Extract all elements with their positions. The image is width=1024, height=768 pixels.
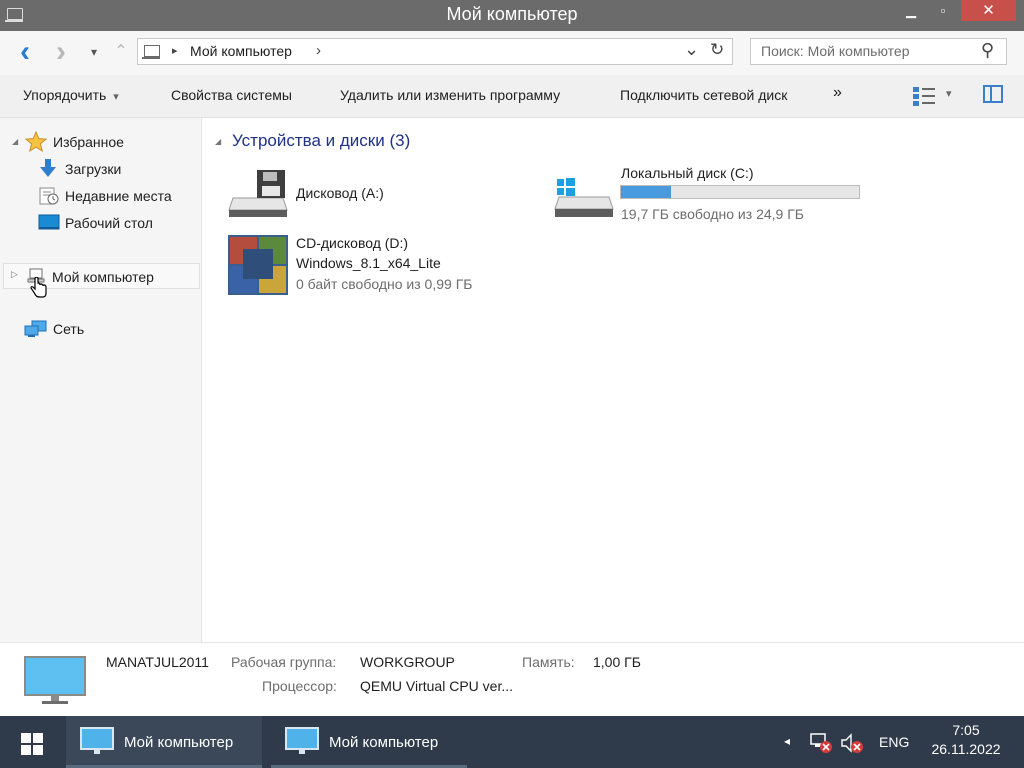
memory-label: Память: <box>522 654 575 670</box>
input-language-indicator[interactable]: ENG <box>879 734 909 750</box>
up-button[interactable]: ⌃ <box>110 37 132 67</box>
search-icon[interactable]: ⚲ <box>981 40 994 61</box>
maximize-button[interactable]: ▫ <box>928 0 958 21</box>
organize-button[interactable]: Упорядочить ▾ <box>23 87 119 103</box>
recent-places-icon <box>39 187 59 205</box>
start-windows-icon[interactable] <box>21 733 43 755</box>
address-dropdown-button[interactable]: ⌄ <box>684 39 699 60</box>
search-input[interactable]: Поиск: Мой компьютер <box>761 43 909 59</box>
nav-item-downloads[interactable]: Загрузки <box>36 158 194 180</box>
volume-muted-icon[interactable] <box>840 732 864 754</box>
forward-button[interactable]: › <box>50 37 72 67</box>
memory-value: 1,00 ГБ <box>593 654 641 670</box>
search-box[interactable]: Поиск: Мой компьютер ⚲ <box>750 38 1007 65</box>
chevron-down-icon: ▾ <box>113 91 119 103</box>
recent-locations-button[interactable]: ▾ <box>83 37 105 67</box>
taskbar-app-computer-2[interactable]: Мой компьютер <box>271 716 467 768</box>
disk-usage-fill <box>621 186 671 198</box>
title-bar: Мой компьютер ▁ ▫ ✕ <box>0 0 1024 31</box>
computer-monitor-icon <box>24 656 86 704</box>
drive-name-floppy: Дисковод (A:) <box>296 185 384 201</box>
clock-date: 26.11.2022 <box>931 741 1001 757</box>
clock[interactable]: 7:05 26.11.2022 <box>920 722 1012 764</box>
command-bar: Упорядочить ▾ Свойства системы Удалить и… <box>0 75 1024 118</box>
show-hidden-icons-button[interactable]: ◂ <box>784 734 790 748</box>
nav-item-favorites[interactable]: Избранное <box>24 131 194 153</box>
cpu-label: Процессор: <box>262 678 337 694</box>
computer-icon <box>142 45 160 59</box>
drive-item-local-disk[interactable]: Локальный диск (C:) 19,7 ГБ свободно из … <box>553 163 873 223</box>
taskbar-app-computer-1[interactable]: Мой компьютер <box>66 716 262 768</box>
star-icon <box>25 131 47 152</box>
nav-item-desktop[interactable]: Рабочий стол <box>36 212 194 234</box>
network-disconnected-icon[interactable] <box>809 732 833 754</box>
monitor-icon <box>285 727 319 750</box>
workgroup-label: Рабочая группа: <box>231 654 337 670</box>
minimize-button[interactable]: ▁ <box>896 0 926 21</box>
network-icon <box>24 320 47 337</box>
floppy-drive-icon <box>228 170 288 217</box>
drive-name-local-disk: Локальный диск (C:) <box>621 165 754 181</box>
expand-icon[interactable]: ◢ <box>12 137 18 146</box>
taskbar-app-label: Мой компьютер <box>329 734 439 751</box>
group-header[interactable]: Устройства и диски (3) <box>232 131 410 151</box>
nav-label-desktop: Рабочий стол <box>65 215 153 231</box>
organize-label: Упорядочить <box>23 87 107 103</box>
navigation-bar: ‹ › ▾ ⌃ ▸ Мой компьютер › ⌄ ↻ Поиск: Мой… <box>0 31 1024 75</box>
breadcrumb-chevron-icon[interactable]: › <box>316 42 321 59</box>
window-title: Мой компьютер <box>446 4 578 24</box>
breadcrumb-separator-icon: ▸ <box>172 45 178 57</box>
back-button[interactable]: ‹ <box>14 37 36 67</box>
windows-disk-icon <box>554 178 614 217</box>
clock-time: 7:05 <box>952 722 980 738</box>
hand-cursor-icon <box>30 277 47 298</box>
preview-pane-icon[interactable] <box>983 85 1003 103</box>
taskbar: Мой компьютер Мой компьютер ◂ ENG 7:05 2… <box>0 716 1024 768</box>
address-bar[interactable]: ▸ Мой компьютер › ⌄ ↻ <box>137 38 733 65</box>
more-commands-button[interactable]: » <box>833 84 842 102</box>
nav-label-network: Сеть <box>53 321 85 337</box>
drive-volume-label-cd: Windows_8.1_x64_Lite <box>296 255 441 271</box>
details-pane: MANATJUL2011 Рабочая группа: WORKGROUP П… <box>0 642 1024 717</box>
expand-icon[interactable]: ▷ <box>11 269 18 280</box>
drive-name-cd: CD-дисковод (D:) <box>296 235 409 251</box>
nav-item-recent-places[interactable]: Недавние места <box>36 185 194 207</box>
refresh-button[interactable]: ↻ <box>710 40 724 60</box>
cpu-value: QEMU Virtual CPU ver... <box>360 678 514 694</box>
nav-label-computer: Мой компьютер <box>52 269 154 285</box>
taskbar-app-label: Мой компьютер <box>124 734 234 751</box>
uninstall-program-button[interactable]: Удалить или изменить программу <box>340 87 560 103</box>
drive-free-local-disk: 19,7 ГБ свободно из 24,9 ГБ <box>621 206 804 222</box>
system-properties-button[interactable]: Свойства системы <box>171 87 292 103</box>
desktop-icon <box>38 214 60 230</box>
collapse-group-icon[interactable]: ◢ <box>215 137 221 146</box>
close-button[interactable]: ✕ <box>961 0 1016 21</box>
view-options-dropdown[interactable]: ▾ <box>946 87 952 100</box>
download-arrow-icon <box>40 159 56 177</box>
cd-drive-icon <box>228 235 288 295</box>
drive-free-cd: 0 байт свободно из 0,99 ГБ <box>296 276 473 292</box>
monitor-icon <box>80 727 114 750</box>
change-view-icon[interactable] <box>913 86 935 106</box>
workgroup-value: WORKGROUP <box>360 654 455 670</box>
computer-name: MANATJUL2011 <box>106 654 209 670</box>
drive-item-cd[interactable]: CD-дисковод (D:) Windows_8.1_x64_Lite 0 … <box>227 233 517 299</box>
map-network-drive-button[interactable]: Подключить сетевой диск <box>620 87 787 103</box>
breadcrumb-computer[interactable]: Мой компьютер <box>190 43 292 59</box>
disk-usage-bar <box>620 185 860 199</box>
nav-label-favorites: Избранное <box>53 134 124 150</box>
nav-label-downloads: Загрузки <box>65 161 122 177</box>
nav-item-network[interactable]: Сеть <box>22 318 192 340</box>
nav-label-recent-places: Недавние места <box>65 188 172 204</box>
drive-item-floppy[interactable]: Дисковод (A:) <box>227 168 437 222</box>
